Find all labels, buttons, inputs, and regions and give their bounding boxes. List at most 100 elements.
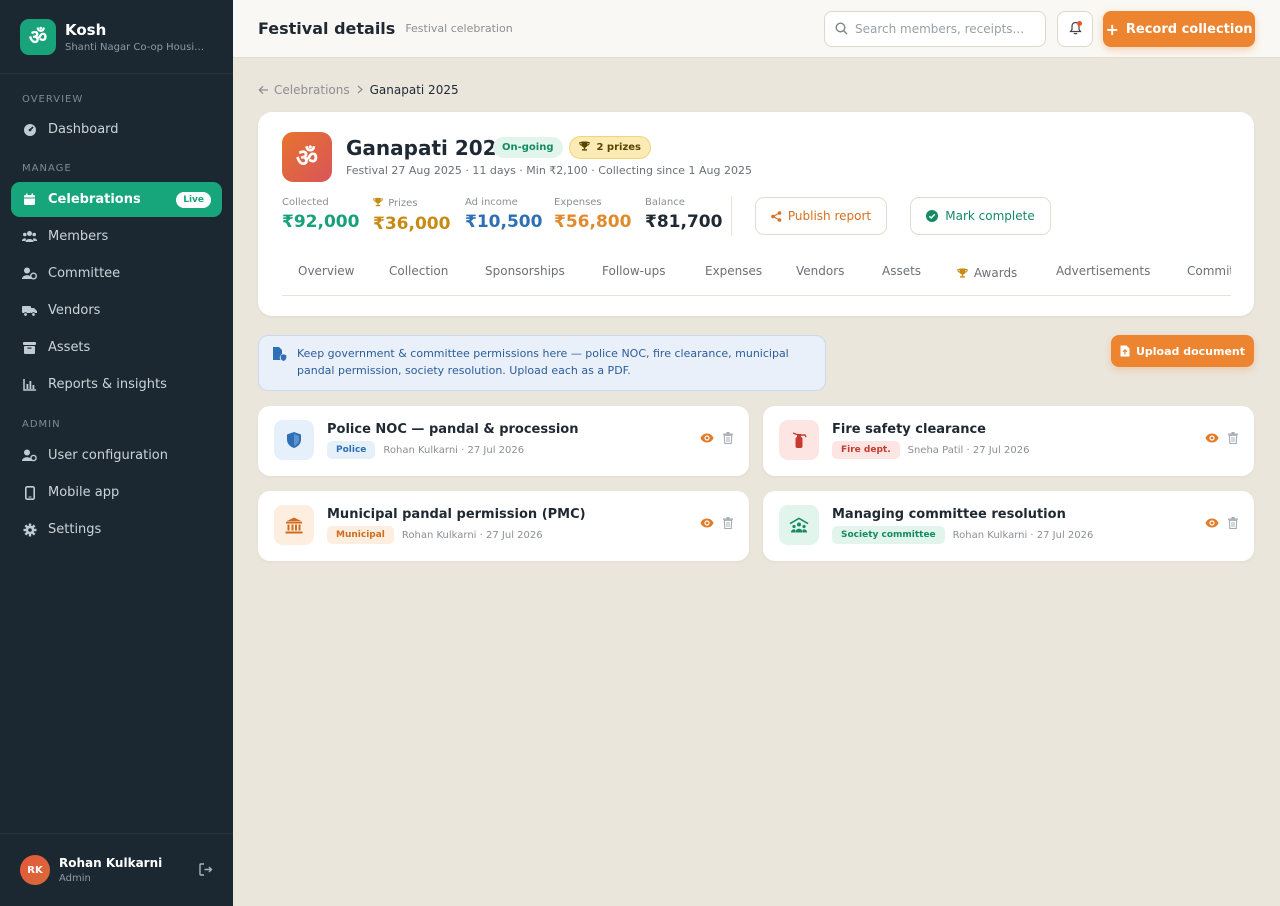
publish-report-button[interactable]: Publish report xyxy=(755,197,887,235)
mark-complete-label: Mark complete xyxy=(945,209,1035,223)
stat-label: Balance xyxy=(645,197,685,208)
page-title: Festival details xyxy=(258,19,396,38)
stat-collected: Collected ₹92,000 xyxy=(282,197,359,232)
people-roof-icon xyxy=(779,505,819,545)
document-title: Fire safety clearance xyxy=(832,422,987,437)
sidebar-item-settings[interactable]: Settings xyxy=(11,512,222,547)
fire-extinguisher-icon xyxy=(779,420,819,460)
logout-icon[interactable] xyxy=(199,861,213,880)
tab-expenses[interactable]: Expenses xyxy=(705,264,762,278)
record-collection-label: Record collection xyxy=(1125,21,1253,37)
nav-section-admin: ADMIN xyxy=(22,419,61,430)
search-input[interactable] xyxy=(855,22,1030,36)
trophy-icon xyxy=(579,141,590,154)
eye-icon[interactable] xyxy=(1205,518,1219,528)
tab-bar: Overview Collection Sponsorships Follow-… xyxy=(282,254,1231,296)
tab-collection[interactable]: Collection xyxy=(389,264,448,278)
breadcrumb-parent[interactable]: Celebrations xyxy=(274,83,350,97)
brand-name: Kosh xyxy=(65,20,107,39)
live-badge: Live xyxy=(176,191,211,208)
document-card[interactable]: Fire safety clearance Fire dept. Sneha P… xyxy=(763,406,1254,476)
share-icon xyxy=(771,210,782,222)
tab-committee[interactable]: Committee xyxy=(1187,264,1231,278)
stat-value: ₹81,700 xyxy=(645,212,723,232)
status-badge: On-going xyxy=(493,137,563,158)
document-card[interactable]: Managing committee resolution Society co… xyxy=(763,491,1254,561)
tab-overview[interactable]: Overview xyxy=(298,264,355,278)
nav-section-manage: MANAGE xyxy=(22,163,72,174)
topbar: Festival details Festival celebration + … xyxy=(233,0,1280,58)
sidebar-item-mobile-app[interactable]: Mobile app xyxy=(11,475,222,510)
page-subtitle: Festival celebration xyxy=(405,22,513,35)
sidebar-item-label: Assets xyxy=(48,340,91,355)
document-tag: Municipal xyxy=(327,526,394,544)
plus-icon: + xyxy=(1105,19,1119,39)
check-circle-icon xyxy=(926,210,939,222)
brand-subtitle: Shanti Nagar Co-op Housing Society xyxy=(65,41,210,53)
stat-prizes: Prizes ₹36,000 xyxy=(373,197,450,234)
festival-name: Ganapati 2025 xyxy=(346,136,511,160)
stat-label: Expenses xyxy=(554,197,602,208)
stat-value: ₹36,000 xyxy=(373,214,451,234)
sidebar-item-label: Vendors xyxy=(48,303,101,318)
sidebar-item-celebrations[interactable]: Celebrations Live xyxy=(11,182,222,217)
dashboard-icon xyxy=(22,122,37,137)
tab-assets[interactable]: Assets xyxy=(882,264,921,278)
stat-balance: Balance ₹81,700 xyxy=(645,197,722,232)
document-tag: Police xyxy=(327,441,376,459)
chart-icon xyxy=(22,377,37,392)
document-card[interactable]: Municipal pandal permission (PMC) Munici… xyxy=(258,491,749,561)
mark-complete-button[interactable]: Mark complete xyxy=(910,197,1051,235)
trophy-icon xyxy=(373,197,383,210)
tab-awards[interactable]: Awards xyxy=(957,266,1017,281)
trash-icon[interactable] xyxy=(1228,517,1238,529)
trash-icon[interactable] xyxy=(1228,432,1238,444)
sidebar-item-label: Members xyxy=(48,229,109,244)
sidebar-item-vendors[interactable]: Vendors xyxy=(11,293,222,328)
tab-vendors[interactable]: Vendors xyxy=(796,264,844,278)
avatar: RK xyxy=(20,855,50,885)
sidebar-item-label: Mobile app xyxy=(48,485,120,500)
building-columns-icon xyxy=(274,505,314,545)
sidebar-item-dashboard[interactable]: Dashboard xyxy=(11,112,222,147)
festival-logo: ॐ xyxy=(282,132,332,182)
search-box[interactable] xyxy=(824,11,1046,47)
sidebar-item-assets[interactable]: Assets xyxy=(11,330,222,365)
stat-label: Collected xyxy=(282,197,329,208)
eye-icon[interactable] xyxy=(1205,433,1219,443)
document-tag: Society committee xyxy=(832,526,945,544)
info-banner: Keep government & committee permissions … xyxy=(258,335,826,391)
sidebar-item-label: Settings xyxy=(48,522,102,537)
sidebar-item-label: Dashboard xyxy=(48,122,119,137)
sidebar-item-committee[interactable]: Committee xyxy=(11,256,222,291)
tab-advertisements[interactable]: Advertisements xyxy=(1056,264,1150,278)
breadcrumb-current: Ganapati 2025 xyxy=(369,83,459,97)
user-role: Admin xyxy=(59,873,91,884)
back-arrow-icon[interactable] xyxy=(258,85,269,95)
eye-icon[interactable] xyxy=(700,518,714,528)
user-name: Rohan Kulkarni xyxy=(59,856,163,870)
document-card[interactable]: Police NOC — pandal & procession Police … xyxy=(258,406,749,476)
eye-icon[interactable] xyxy=(700,433,714,443)
tab-follow-ups[interactable]: Follow-ups xyxy=(602,264,665,278)
stat-ad-income: Ad income ₹10,500 xyxy=(465,197,542,232)
trash-icon[interactable] xyxy=(723,517,733,529)
info-text: Keep government & committee permissions … xyxy=(297,347,789,377)
tab-sponsorships[interactable]: Sponsorships xyxy=(485,264,565,278)
sidebar-item-members[interactable]: Members xyxy=(11,219,222,254)
upload-document-button[interactable]: Upload document xyxy=(1111,335,1254,367)
breadcrumb: Celebrations Ganapati 2025 xyxy=(258,83,459,97)
record-collection-button[interactable]: + Record collection xyxy=(1103,11,1255,47)
sidebar-item-user-configuration[interactable]: User configuration xyxy=(11,438,222,473)
notifications-button[interactable] xyxy=(1057,11,1093,47)
document-meta: Sneha Patil · 27 Jul 2026 xyxy=(907,444,1030,456)
user-profile[interactable]: RK Rohan Kulkarni Admin xyxy=(0,833,233,906)
gear-icon xyxy=(22,522,37,537)
trash-icon[interactable] xyxy=(723,432,733,444)
document-title: Managing committee resolution xyxy=(832,507,1066,522)
sidebar-item-reports[interactable]: Reports & insights xyxy=(11,367,222,402)
brand[interactable]: ॐ Kosh Shanti Nagar Co-op Housing Societ… xyxy=(0,0,233,74)
stat-value: ₹92,000 xyxy=(282,212,360,232)
document-meta: Rohan Kulkarni · 27 Jul 2026 xyxy=(401,529,543,541)
festival-meta: Festival 27 Aug 2025 · 11 days · Min ₹2,… xyxy=(346,164,752,177)
